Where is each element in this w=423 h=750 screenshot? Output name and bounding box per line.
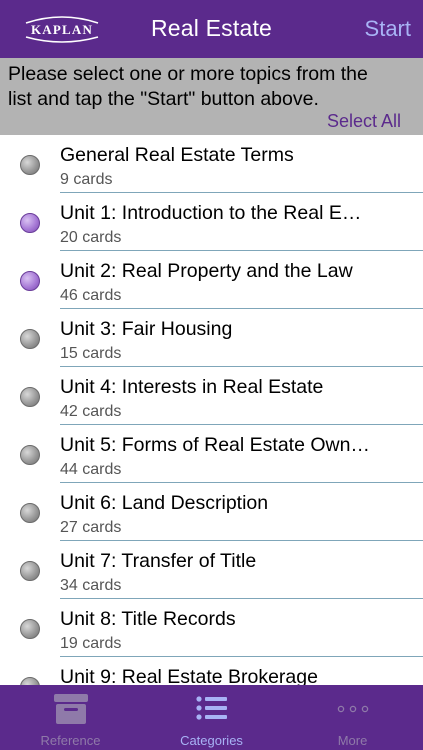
topic-name: Unit 3: Fair Housing: [60, 318, 233, 340]
topic-list[interactable]: General Real Estate Terms 9 cards Unit 1: …: [0, 135, 423, 685]
select-all-button[interactable]: Select All: [327, 111, 401, 132]
tab-reference-label: Reference: [40, 733, 101, 748]
topic-card-count: 44 cards: [60, 461, 122, 478]
page-title: Real Estate: [150, 15, 273, 41]
topic-row[interactable]: Unit 9: Real Estate Brokerage: [0, 657, 423, 685]
topic-name: Unit 5: Forms of Real Estate Own…: [60, 434, 370, 456]
topic-name: Unit 8: Title Records: [60, 608, 236, 630]
radio-unselected-icon[interactable]: [20, 619, 40, 639]
radio-selected-icon[interactable]: [20, 213, 40, 233]
topic-row[interactable]: General Real Estate Terms 9 cards: [0, 135, 423, 193]
radio-unselected-icon[interactable]: [20, 561, 40, 581]
topic-row[interactable]: Unit 1: Introduction to the Real E… 20 ca…: [0, 193, 423, 251]
radio-unselected-icon[interactable]: [20, 329, 40, 349]
radio-unselected-icon[interactable]: [20, 503, 40, 523]
topic-name: Unit 6: Land Description: [60, 492, 269, 514]
topic-name: Unit 7: Transfer of Title: [60, 550, 257, 572]
topic-card-count: 27 cards: [60, 519, 122, 536]
topic-row[interactable]: Unit 7: Transfer of Title 34 cards: [0, 541, 423, 599]
topic-row[interactable]: Unit 8: Title Records 19 cards: [0, 599, 423, 657]
topic-row[interactable]: Unit 5: Forms of Real Estate Own… 44 card…: [0, 425, 423, 483]
radio-selected-icon[interactable]: [20, 271, 40, 291]
radio-unselected-icon[interactable]: [20, 387, 40, 407]
radio-unselected-icon[interactable]: [20, 445, 40, 465]
topic-name: Unit 2: Real Property and the Law: [60, 260, 353, 282]
topic-card-count: 9 cards: [60, 171, 113, 188]
radio-unselected-icon[interactable]: [20, 155, 40, 175]
topic-card-count: 20 cards: [60, 229, 122, 246]
archive-box-icon: [0, 693, 141, 725]
start-button[interactable]: Start: [365, 16, 411, 42]
topic-card-count: 46 cards: [60, 287, 122, 304]
tab-bar: Reference Categories More: [0, 685, 423, 750]
tab-more-label: More: [337, 733, 368, 748]
topic-row[interactable]: Unit 4: Interests in Real Estate 42 cards: [0, 367, 423, 425]
topic-name: Unit 4: Interests in Real Estate: [60, 376, 324, 398]
more-dots-icon: [282, 693, 423, 725]
topic-name: General Real Estate Terms: [60, 144, 294, 166]
topic-row[interactable]: Unit 6: Land Description 27 cards: [0, 483, 423, 541]
nav-header: KAPLAN Real Estate Start: [0, 0, 423, 58]
tab-categories[interactable]: Categories: [141, 685, 282, 750]
topic-name: Unit 9: Real Estate Brokerage: [60, 666, 318, 685]
list-icon: [141, 693, 282, 725]
radio-unselected-icon[interactable]: [20, 677, 40, 685]
tab-reference[interactable]: Reference: [0, 685, 141, 750]
instructions-text: Please select one or more topics from th…: [8, 63, 368, 110]
topic-card-count: 34 cards: [60, 577, 122, 594]
tab-categories-label: Categories: [180, 733, 243, 748]
topic-name: Unit 1: Introduction to the Real E…: [60, 202, 362, 224]
topic-card-count: 15 cards: [60, 345, 122, 362]
topic-row[interactable]: Unit 2: Real Property and the Law 46 card…: [0, 251, 423, 309]
topic-card-count: 42 cards: [60, 403, 122, 420]
topic-card-count: 19 cards: [60, 635, 122, 652]
topic-row[interactable]: Unit 3: Fair Housing 15 cards: [0, 309, 423, 367]
tab-more[interactable]: More: [282, 685, 423, 750]
